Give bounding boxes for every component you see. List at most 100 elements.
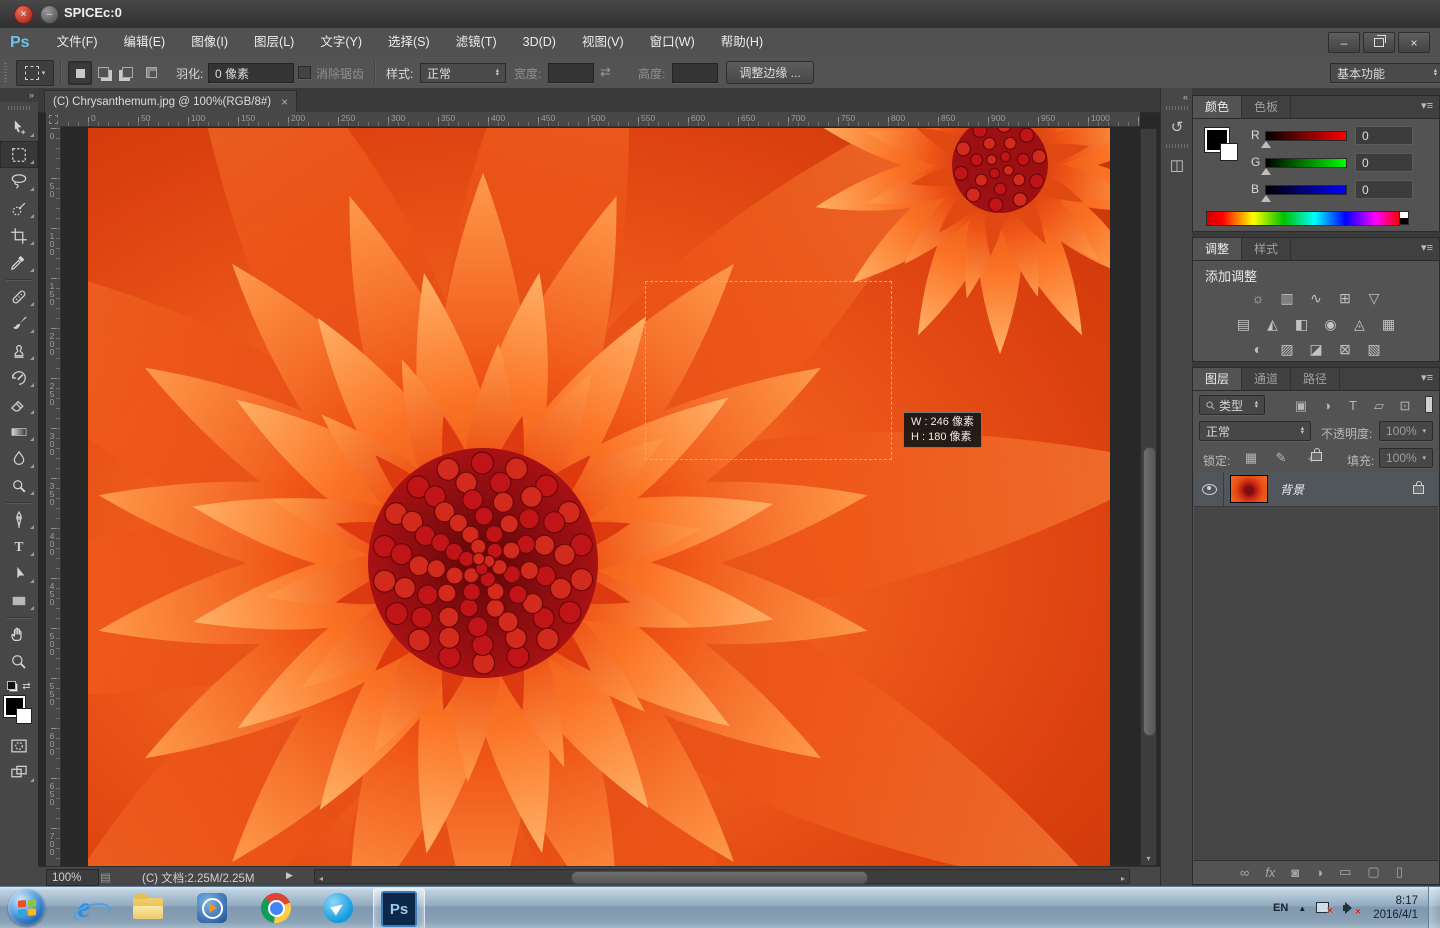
filter-smart-objects-icon[interactable]: ⊡ xyxy=(1395,398,1415,414)
layer-thumbnail[interactable] xyxy=(1230,475,1268,503)
app-close-button[interactable]: × xyxy=(1398,32,1430,53)
rectangular-marquee-tool[interactable] xyxy=(0,141,38,168)
rectangle-tool[interactable] xyxy=(0,587,38,614)
lock-pixels-icon[interactable]: ✎ xyxy=(1271,450,1291,466)
selection-marquee[interactable] xyxy=(645,281,892,460)
volume-muted-icon[interactable]: × xyxy=(1343,902,1359,915)
channel-slider-thumb[interactable] xyxy=(1261,195,1271,202)
show-desktop-button[interactable] xyxy=(1428,887,1440,928)
tab-paths[interactable]: 路径 xyxy=(1291,368,1340,390)
channel-slider-thumb[interactable] xyxy=(1261,168,1271,175)
panel-menu-icon[interactable]: ▾≡ xyxy=(1421,99,1433,112)
crop-tool[interactable] xyxy=(0,222,38,249)
tab-layers[interactable]: 图层 xyxy=(1193,368,1242,390)
vibrance-icon[interactable]: ▽ xyxy=(1362,288,1386,308)
history-brush-tool[interactable] xyxy=(0,364,38,391)
menu-filter[interactable]: 滤镜(T) xyxy=(443,28,510,57)
layer-name[interactable]: 背景 xyxy=(1280,481,1304,498)
type-tool[interactable]: T xyxy=(0,533,38,560)
spice-titlebar[interactable]: × – SPICEc:0 xyxy=(0,0,1440,29)
tray-expand-icon[interactable]: ▲ xyxy=(1298,904,1306,913)
add-layer-mask-icon[interactable]: ◙ xyxy=(1291,865,1299,880)
blend-mode-dropdown[interactable]: 正常▴▾ xyxy=(1199,421,1311,441)
foreground-background-swatches[interactable] xyxy=(4,696,34,726)
height-input[interactable] xyxy=(672,63,718,83)
new-selection-button[interactable] xyxy=(68,61,92,85)
canvas[interactable]: W : 246 像素 H : 180 像素 xyxy=(88,128,1110,866)
tooldock-collapse-icon[interactable]: » xyxy=(0,88,38,102)
taskbar-media-player[interactable] xyxy=(192,891,232,925)
workspace-dropdown[interactable]: 基本功能 ▴▾ xyxy=(1330,63,1440,83)
intersect-selection-button[interactable] xyxy=(140,61,162,83)
filter-shape-layers-icon[interactable]: ▱ xyxy=(1369,398,1389,414)
status-flyout-icon[interactable]: ▶ xyxy=(286,870,293,881)
filter-pixel-layers-icon[interactable]: ▣ xyxy=(1291,398,1311,414)
scroll-down-icon[interactable]: ▾ xyxy=(1141,854,1156,863)
layer-row-background[interactable]: 背景 xyxy=(1194,472,1438,507)
document-tab[interactable]: (C) Chrysanthemum.jpg @ 100%(RGB/8#) × xyxy=(44,90,297,113)
channel-value-field[interactable]: 0 xyxy=(1355,153,1413,172)
network-icon[interactable]: × xyxy=(1316,902,1331,914)
background-color-swatch[interactable] xyxy=(16,708,32,724)
app-minimize-button[interactable]: – xyxy=(1328,32,1360,53)
spectrum-black-swatch[interactable] xyxy=(1399,218,1409,225)
hand-tool[interactable] xyxy=(0,621,38,648)
eraser-tool[interactable] xyxy=(0,391,38,418)
tray-clock[interactable]: 8:17 2016/4/1 xyxy=(1373,894,1418,922)
swap-colors-icon[interactable]: ⇄ xyxy=(22,681,30,692)
new-group-icon[interactable]: ▭ xyxy=(1339,864,1351,880)
menu-3d[interactable]: 3D(D) xyxy=(510,28,569,57)
invert-icon[interactable]: ◐ xyxy=(1246,339,1270,359)
start-button[interactable] xyxy=(8,889,45,926)
refine-edge-button[interactable]: 调整边缘 ... xyxy=(726,61,814,84)
tab-swatches[interactable]: 色板 xyxy=(1242,96,1291,118)
eyedropper-tool[interactable] xyxy=(0,249,38,276)
app-restore-button[interactable] xyxy=(1363,32,1395,53)
vertical-scrollbar-thumb[interactable] xyxy=(1143,447,1156,736)
tool-preset-button[interactable]: ▾ xyxy=(16,60,54,86)
taskbar-browser[interactable] xyxy=(318,891,358,925)
tab-color[interactable]: 颜色 xyxy=(1193,96,1242,118)
color-spectrum-ramp[interactable] xyxy=(1206,211,1400,226)
taskbar-internet-explorer[interactable]: e xyxy=(64,891,104,925)
channel-slider[interactable] xyxy=(1265,131,1347,141)
menu-image[interactable]: 图像(I) xyxy=(178,28,241,57)
lock-all-icon[interactable] xyxy=(1311,452,1322,461)
gradient-tool[interactable] xyxy=(0,418,38,445)
brush-tool[interactable] xyxy=(0,310,38,337)
gradient-map-icon[interactable]: ⊠ xyxy=(1333,339,1357,359)
move-tool[interactable] xyxy=(0,114,38,141)
opacity-dropdown[interactable]: 100%▾ xyxy=(1379,421,1433,441)
layer-filter-type-dropdown[interactable]: 类型 ▴▾ xyxy=(1199,395,1265,415)
history-panel-icon[interactable]: ↺ xyxy=(1164,114,1190,140)
vertical-ruler[interactable]: 0501001502002503003504004505005506006507… xyxy=(46,126,61,866)
dock-grip[interactable] xyxy=(1166,106,1188,110)
horizontal-scrollbar-thumb[interactable] xyxy=(571,871,868,884)
clone-stamp-tool[interactable] xyxy=(0,337,38,364)
menu-select[interactable]: 选择(S) xyxy=(375,28,443,57)
link-layers-icon[interactable]: ∞ xyxy=(1240,865,1249,880)
channel-mixer-icon[interactable]: ◬ xyxy=(1348,314,1372,334)
minimize-icon[interactable]: – xyxy=(40,5,59,24)
photo-filter-icon[interactable]: ◉ xyxy=(1319,314,1343,334)
menu-file[interactable]: 文件(F) xyxy=(44,28,111,57)
width-input[interactable] xyxy=(548,63,594,83)
dock-collapse-icon[interactable]: « xyxy=(1161,88,1193,102)
zoom-level-field[interactable]: 100% xyxy=(46,869,99,886)
levels-icon[interactable]: ▥ xyxy=(1275,288,1299,308)
posterize-icon[interactable]: ▨ xyxy=(1275,339,1299,359)
panel-menu-icon[interactable]: ▾≡ xyxy=(1421,371,1433,384)
selective-color-icon[interactable]: ▧ xyxy=(1362,339,1386,359)
brightness-contrast-icon[interactable]: ☼ xyxy=(1246,288,1270,308)
filter-type-layers-icon[interactable]: T xyxy=(1343,398,1363,414)
channel-slider[interactable] xyxy=(1265,158,1347,168)
layer-filter-toggle[interactable] xyxy=(1425,396,1433,413)
horizontal-ruler[interactable]: 0501001502002503003504004505005506006507… xyxy=(60,112,1140,127)
menu-help[interactable]: 帮助(H) xyxy=(708,28,776,57)
new-layer-icon[interactable]: ▢ xyxy=(1367,864,1379,880)
zoom-tool[interactable] xyxy=(0,648,38,675)
default-colors-icon[interactable] xyxy=(7,681,18,692)
blur-tool[interactable] xyxy=(0,445,38,472)
horizontal-scrollbar[interactable]: ◂ ▸ xyxy=(314,869,1130,884)
taskbar-photoshop-active[interactable]: Ps xyxy=(373,888,425,928)
